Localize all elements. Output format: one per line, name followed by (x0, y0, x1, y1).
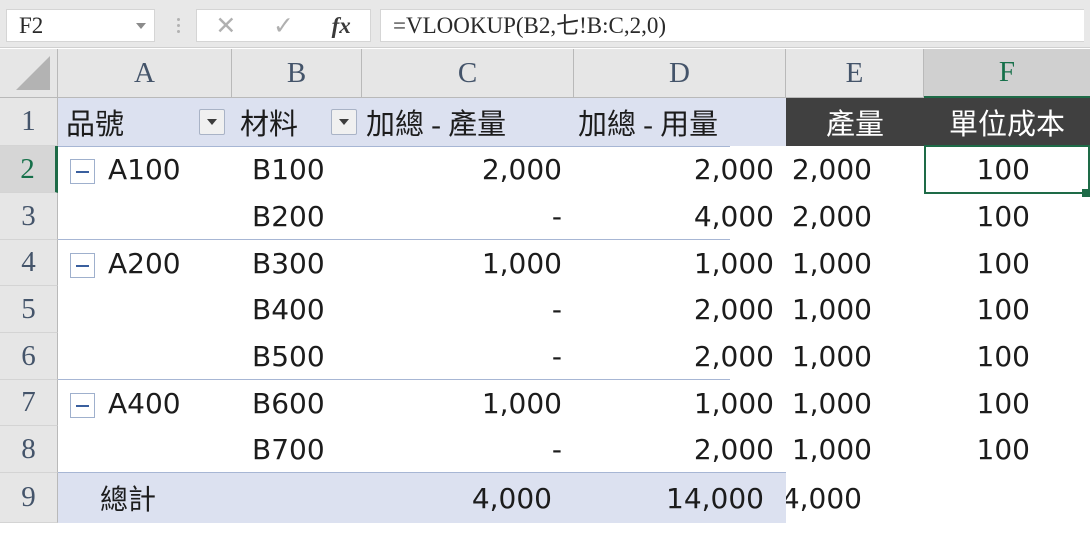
header-cell-e[interactable]: 產量 (786, 98, 924, 146)
name-box-value: F2 (19, 14, 44, 37)
fill-handle[interactable] (1082, 189, 1090, 197)
row-header-7[interactable]: 7 (0, 380, 58, 426)
cell-c2[interactable]: 2,000 (362, 146, 574, 193)
cell-f3[interactable]: 100 (924, 193, 1090, 240)
cell-f6[interactable]: 100 (924, 333, 1090, 380)
cell-a4[interactable]: A200 (100, 240, 232, 286)
column-header-b[interactable]: B (232, 49, 362, 98)
header-cell-f[interactable]: 單位成本 (924, 98, 1090, 146)
cell-b8[interactable]: B700 (244, 426, 362, 473)
cell-d6[interactable]: 2,000 (574, 333, 786, 380)
cell-d9[interactable]: 14,000 (574, 473, 786, 523)
column-header-row: A B C D E F (0, 49, 1090, 98)
cell-b5[interactable]: B400 (244, 286, 362, 333)
cell-f4[interactable]: 100 (924, 240, 1090, 286)
filter-dropdown-icon-b[interactable] (331, 109, 357, 135)
header-cell-c[interactable]: 加總 - 產量 (362, 98, 574, 146)
cell-e9[interactable]: 4,000 (786, 473, 924, 523)
row-header-8[interactable]: 8 (0, 426, 58, 473)
cancel-icon[interactable]: ✕ (197, 10, 255, 41)
insert-function-icon[interactable]: fx (312, 10, 370, 41)
column-header-d[interactable]: D (574, 49, 786, 98)
formula-action-buttons: ✕ ✓ fx (196, 9, 371, 42)
formula-input-value: =VLOOKUP(B2,七!B:C,2,0) (393, 13, 667, 38)
cell-c8[interactable]: - (362, 426, 574, 473)
row-header-5[interactable]: 5 (0, 286, 58, 333)
select-all-corner[interactable] (0, 49, 58, 98)
name-box[interactable]: F2 (6, 9, 155, 42)
cell-d7[interactable]: 1,000 (574, 380, 786, 426)
cell-b7[interactable]: B600 (244, 380, 362, 426)
cell-b6[interactable]: B500 (244, 333, 362, 380)
cell-a9-total-label[interactable]: 總計 (58, 473, 232, 523)
cell-e6[interactable]: 1,000 (786, 333, 924, 380)
minus-collapse-icon-a200[interactable] (70, 253, 95, 278)
formula-bar: F2 ✕ ✓ fx =VLOOKUP(B2,七!B:C,2,0) (0, 0, 1090, 48)
column-header-c[interactable]: C (362, 49, 574, 98)
cell-selection-border (924, 145, 1090, 194)
select-all-triangle-icon (16, 56, 50, 90)
cell-f9[interactable] (924, 473, 1090, 523)
cell-d3[interactable]: 4,000 (574, 193, 786, 240)
row-header-6[interactable]: 6 (0, 333, 58, 380)
cell-a2[interactable]: A100 (100, 146, 232, 193)
cell-d2[interactable]: 2,000 (574, 146, 786, 193)
row-header-2[interactable]: 2 (0, 146, 58, 193)
cell-f7[interactable]: 100 (924, 380, 1090, 426)
cell-f5[interactable]: 100 (924, 286, 1090, 333)
cell-b3[interactable]: B200 (244, 193, 362, 240)
filter-dropdown-icon-a[interactable] (199, 109, 225, 135)
cell-c9[interactable]: 4,000 (362, 473, 574, 523)
column-header-f[interactable]: F (924, 49, 1090, 98)
column-header-a[interactable]: A (58, 49, 232, 98)
cell-a7[interactable]: A400 (100, 380, 232, 426)
row-header-1[interactable]: 1 (0, 98, 58, 146)
cell-f8[interactable]: 100 (924, 426, 1090, 473)
cell-c6[interactable]: - (362, 333, 574, 380)
column-header-e[interactable]: E (786, 49, 924, 98)
vertical-dots-grip-icon (166, 9, 190, 42)
minus-collapse-icon-a400[interactable] (70, 393, 95, 418)
cell-c5[interactable]: - (362, 286, 574, 333)
cell-d4[interactable]: 1,000 (574, 240, 786, 286)
cell-d8[interactable]: 2,000 (574, 426, 786, 473)
header-cell-d[interactable]: 加總 - 用量 (574, 98, 786, 146)
row-header-4[interactable]: 4 (0, 240, 58, 286)
formula-input[interactable]: =VLOOKUP(B2,七!B:C,2,0) (380, 9, 1084, 42)
minus-collapse-icon-a100[interactable] (70, 159, 95, 184)
cell-e3[interactable]: 2,000 (786, 193, 924, 240)
cell-e4[interactable]: 1,000 (786, 240, 924, 286)
cell-e8[interactable]: 1,000 (786, 426, 924, 473)
row-header-3[interactable]: 3 (0, 193, 58, 240)
cell-b9[interactable] (232, 473, 362, 523)
chevron-down-icon[interactable] (128, 10, 154, 41)
confirm-check-icon[interactable]: ✓ (255, 10, 313, 41)
row-header-9[interactable]: 9 (0, 473, 58, 523)
cell-e7[interactable]: 1,000 (786, 380, 924, 426)
cell-b4[interactable]: B300 (244, 240, 362, 286)
cell-e5[interactable]: 1,000 (786, 286, 924, 333)
cell-c4[interactable]: 1,000 (362, 240, 574, 286)
spreadsheet-grid[interactable]: A B C D E F 1 2 3 4 5 6 7 8 9 品號 材料 加總 -… (0, 49, 1090, 547)
cell-c7[interactable]: 1,000 (362, 380, 574, 426)
cell-d5[interactable]: 2,000 (574, 286, 786, 333)
cell-e2[interactable]: 2,000 (786, 146, 924, 193)
cell-c3[interactable]: - (362, 193, 574, 240)
cell-b2[interactable]: B100 (244, 146, 362, 193)
